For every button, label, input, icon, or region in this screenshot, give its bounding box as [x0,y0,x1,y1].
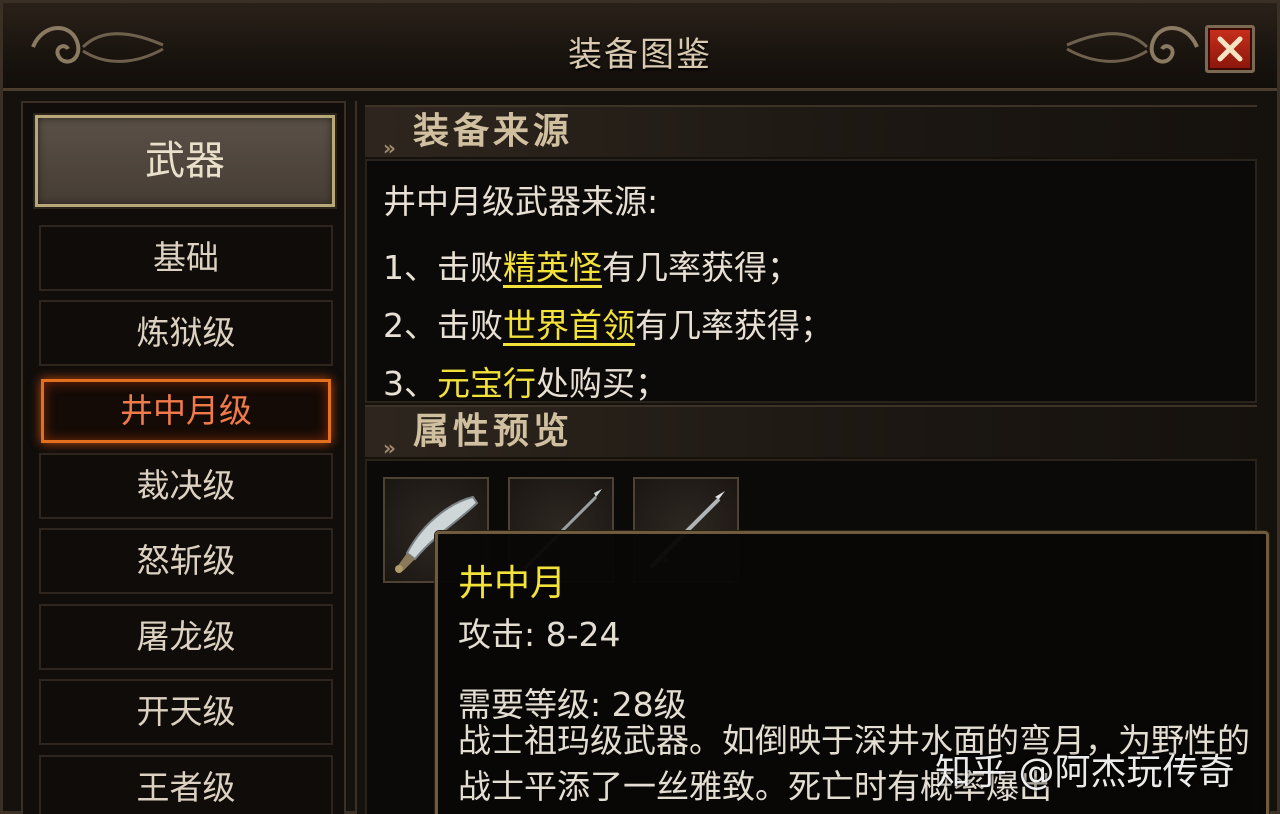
preview-heading-label: 属性预览 [413,411,574,452]
source-title: 井中月级武器来源: [383,182,659,221]
source-line-prefix: 1、击败 [383,248,503,287]
source-line-3: 3、元宝行处购买； [383,357,668,405]
category-weapon-button[interactable]: 武器 [35,115,335,207]
ingot-shop-link[interactable]: 元宝行 [437,364,536,403]
sidebar-item-king[interactable]: 王者级 [39,755,333,814]
source-line-2: 2、击败世界首领有几率获得； [383,299,833,347]
source-line-suffix: 有几率获得； [602,248,800,287]
source-line-prefix: 3、 [383,364,437,403]
source-box: 井中月级武器来源: 1、击败精英怪有几率获得； 2、击败世界首领有几率获得； 3… [365,159,1257,403]
category-sidebar: 武器 基础 炼狱级 井中月级 裁决级 怒斩级 屠龙级 开天级 王者级 [21,101,346,814]
ornament-right-icon [1066,26,1199,64]
sidebar-item-sky-opener[interactable]: 开天级 [39,679,333,745]
source-heading-label: 装备来源 [413,111,574,152]
sidebar-item-fury-slash[interactable]: 怒斩级 [39,528,333,594]
preview-section-heading: » 属性预览 [365,405,1257,460]
watermark: 知乎 @阿杰玩传奇 [935,752,1235,793]
source-line-1: 1、击败精英怪有几率获得； [383,241,800,289]
source-line-suffix: 处购买； [536,364,668,403]
item-name: 井中月 [458,563,567,604]
close-icon [1217,36,1243,62]
equipment-codex-window: 装备图鉴 武器 基础 炼狱级 井中月级 裁决级 怒斩级 屠龙级 开天级 王者级 … [0,0,1280,814]
source-line-prefix: 2、击败 [383,306,503,345]
source-line-suffix: 有几率获得； [635,306,833,345]
source-section-heading: » 装备来源 [365,105,1257,160]
sidebar-item-basic[interactable]: 基础 [39,225,333,291]
sidebar-item-dragon-slayer[interactable]: 屠龙级 [39,604,333,670]
close-button[interactable] [1205,25,1255,73]
item-attack: 攻击: 8-24 [458,615,621,654]
sidebar-item-judgment[interactable]: 裁决级 [39,453,333,519]
world-boss-link[interactable]: 世界首领 [503,306,635,345]
sidebar-item-purgatory[interactable]: 炼狱级 [39,300,333,366]
elite-monster-link[interactable]: 精英怪 [503,248,602,287]
title-bar: 装备图鉴 [3,3,1277,91]
sidebar-item-well-moon[interactable]: 井中月级 [41,379,331,443]
